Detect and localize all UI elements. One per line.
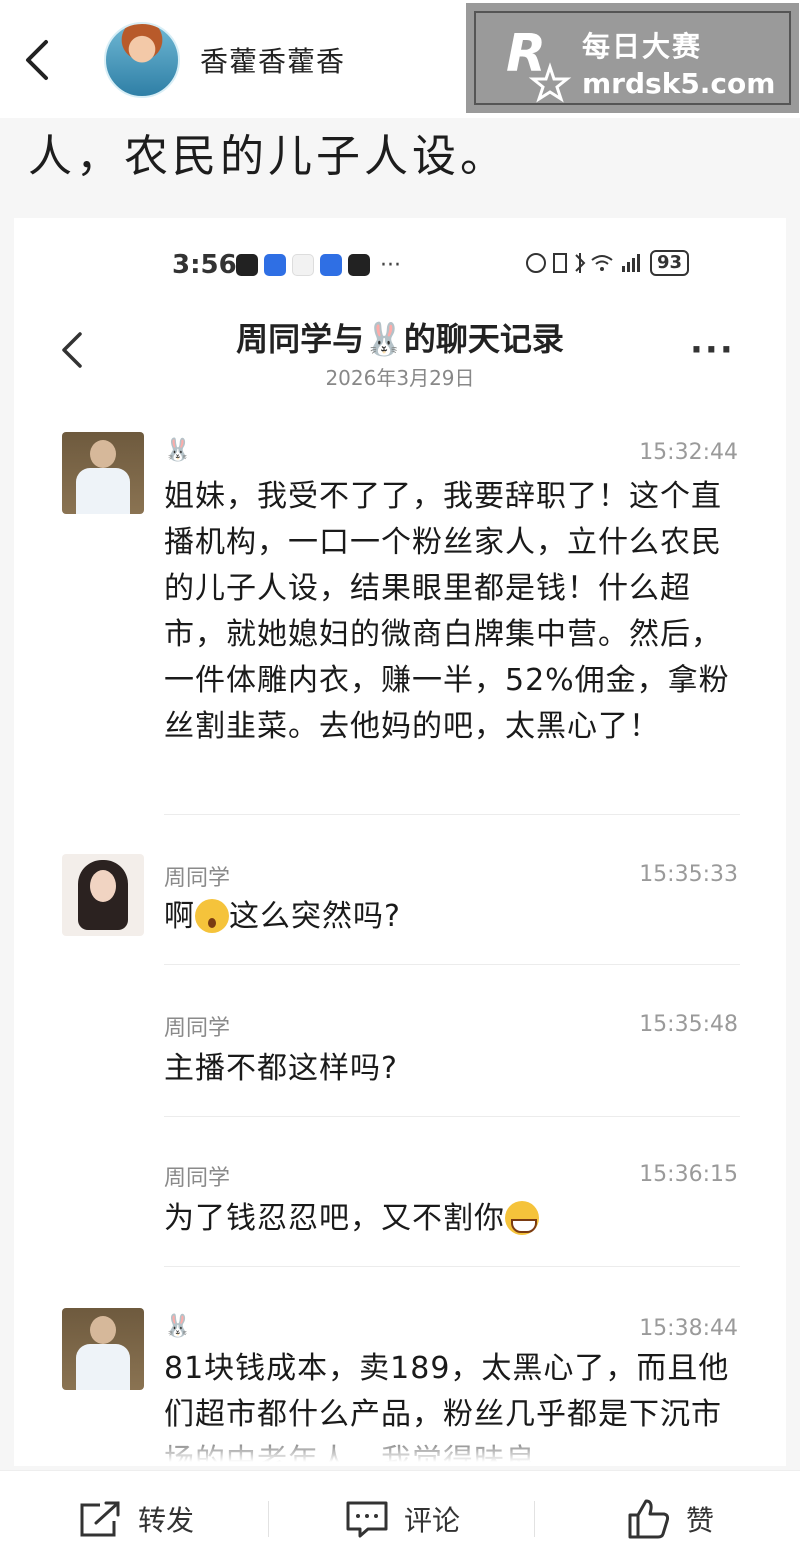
divider (268, 1501, 269, 1537)
sender-avatar (62, 1308, 144, 1390)
message-time: 15:36:15 (639, 1162, 738, 1187)
watermark-url: mrdsk5.com (582, 67, 776, 100)
app-icon (320, 254, 342, 276)
mail-icon (292, 254, 314, 276)
sender-name: 周同学 (164, 866, 231, 891)
share-button[interactable]: 转发 (78, 1497, 194, 1541)
message-time: 15:35:48 (639, 1012, 738, 1037)
like-button[interactable]: 赞 (626, 1497, 714, 1541)
chat-title: 周同学与🐰的聊天记录 (236, 320, 564, 358)
status-more-dots: ··· (380, 252, 401, 278)
sender-name: 🐰 (164, 438, 192, 463)
username[interactable]: 香藿香藿香 (200, 40, 345, 80)
post-text: 人，农民的儿子人设。 (28, 131, 508, 182)
divider (164, 1266, 740, 1267)
action-bar: 转发 评论 赞 (0, 1470, 800, 1564)
sender-name: 🐰 (164, 1314, 192, 1339)
divider (164, 814, 740, 815)
comment-button[interactable]: 评论 (344, 1497, 460, 1541)
message-time: 15:38:44 (639, 1316, 738, 1341)
watermark-logo-icon: R (506, 24, 572, 103)
comment-icon (346, 1501, 388, 1538)
status-time: 3:56 (172, 250, 237, 280)
avatar[interactable] (104, 22, 180, 98)
divider (164, 964, 740, 965)
divider (164, 1116, 740, 1117)
grin-emoji-icon (505, 1201, 539, 1235)
status-indicators: 93 (524, 248, 690, 278)
message-time: 15:35:33 (639, 862, 738, 887)
watermark-logo-letter: R (506, 24, 546, 84)
message-text-part: 为了钱忍忍吧，又不割你 (164, 1201, 505, 1236)
message-text-part: 这么突然吗? (229, 899, 401, 934)
battery-level: 93 (650, 250, 690, 276)
message-text-part: 啊 (164, 899, 195, 934)
message-text: 主播不都这样吗? (164, 1051, 398, 1086)
divider (534, 1501, 535, 1537)
fade-overlay (14, 1426, 786, 1466)
watermark-title: 每日大赛 (582, 30, 703, 63)
sender-name: 周同学 (164, 1166, 231, 1191)
watermark-frame: R 每日大赛 mrdsk5.com (474, 11, 791, 105)
chat-screenshot: 3:56 ··· 93 周同学与🐰的聊天记录 2026年3月29日 ··· 🐰 … (14, 218, 786, 1466)
tiktok-icon (348, 254, 370, 276)
message-text: 啊这么突然吗? (164, 894, 738, 940)
app-icon (264, 254, 286, 276)
surprised-emoji-icon (195, 899, 229, 933)
chat-date: 2026年3月29日 (325, 366, 475, 390)
share-icon (80, 1501, 120, 1537)
status-app-icons: ··· (236, 252, 401, 278)
like-label: 赞 (686, 1504, 715, 1537)
message-text: 为了钱忍忍吧，又不割你 (164, 1196, 738, 1242)
message-time: 15:32:44 (639, 440, 738, 465)
thumbs-up-icon (628, 1499, 670, 1539)
sender-avatar (62, 432, 144, 514)
more-options-icon[interactable]: ··· (690, 330, 735, 370)
sender-name: 周同学 (164, 1016, 231, 1041)
back-icon[interactable] (18, 38, 58, 82)
message-text: 姐妹，我受不了了，我要辞职了！这个直播机构，一口一个粉丝家人，立什么农民的儿子人… (164, 479, 730, 744)
share-label: 转发 (138, 1504, 195, 1537)
sender-avatar (62, 854, 144, 936)
watermark: R 每日大赛 mrdsk5.com (466, 3, 799, 113)
top-app-bar: 香藿香藿香 R 每日大赛 mrdsk5.com (0, 0, 800, 118)
comment-label: 评论 (404, 1504, 461, 1537)
tiktok-icon (236, 254, 258, 276)
signal-wifi-icon (526, 253, 640, 273)
